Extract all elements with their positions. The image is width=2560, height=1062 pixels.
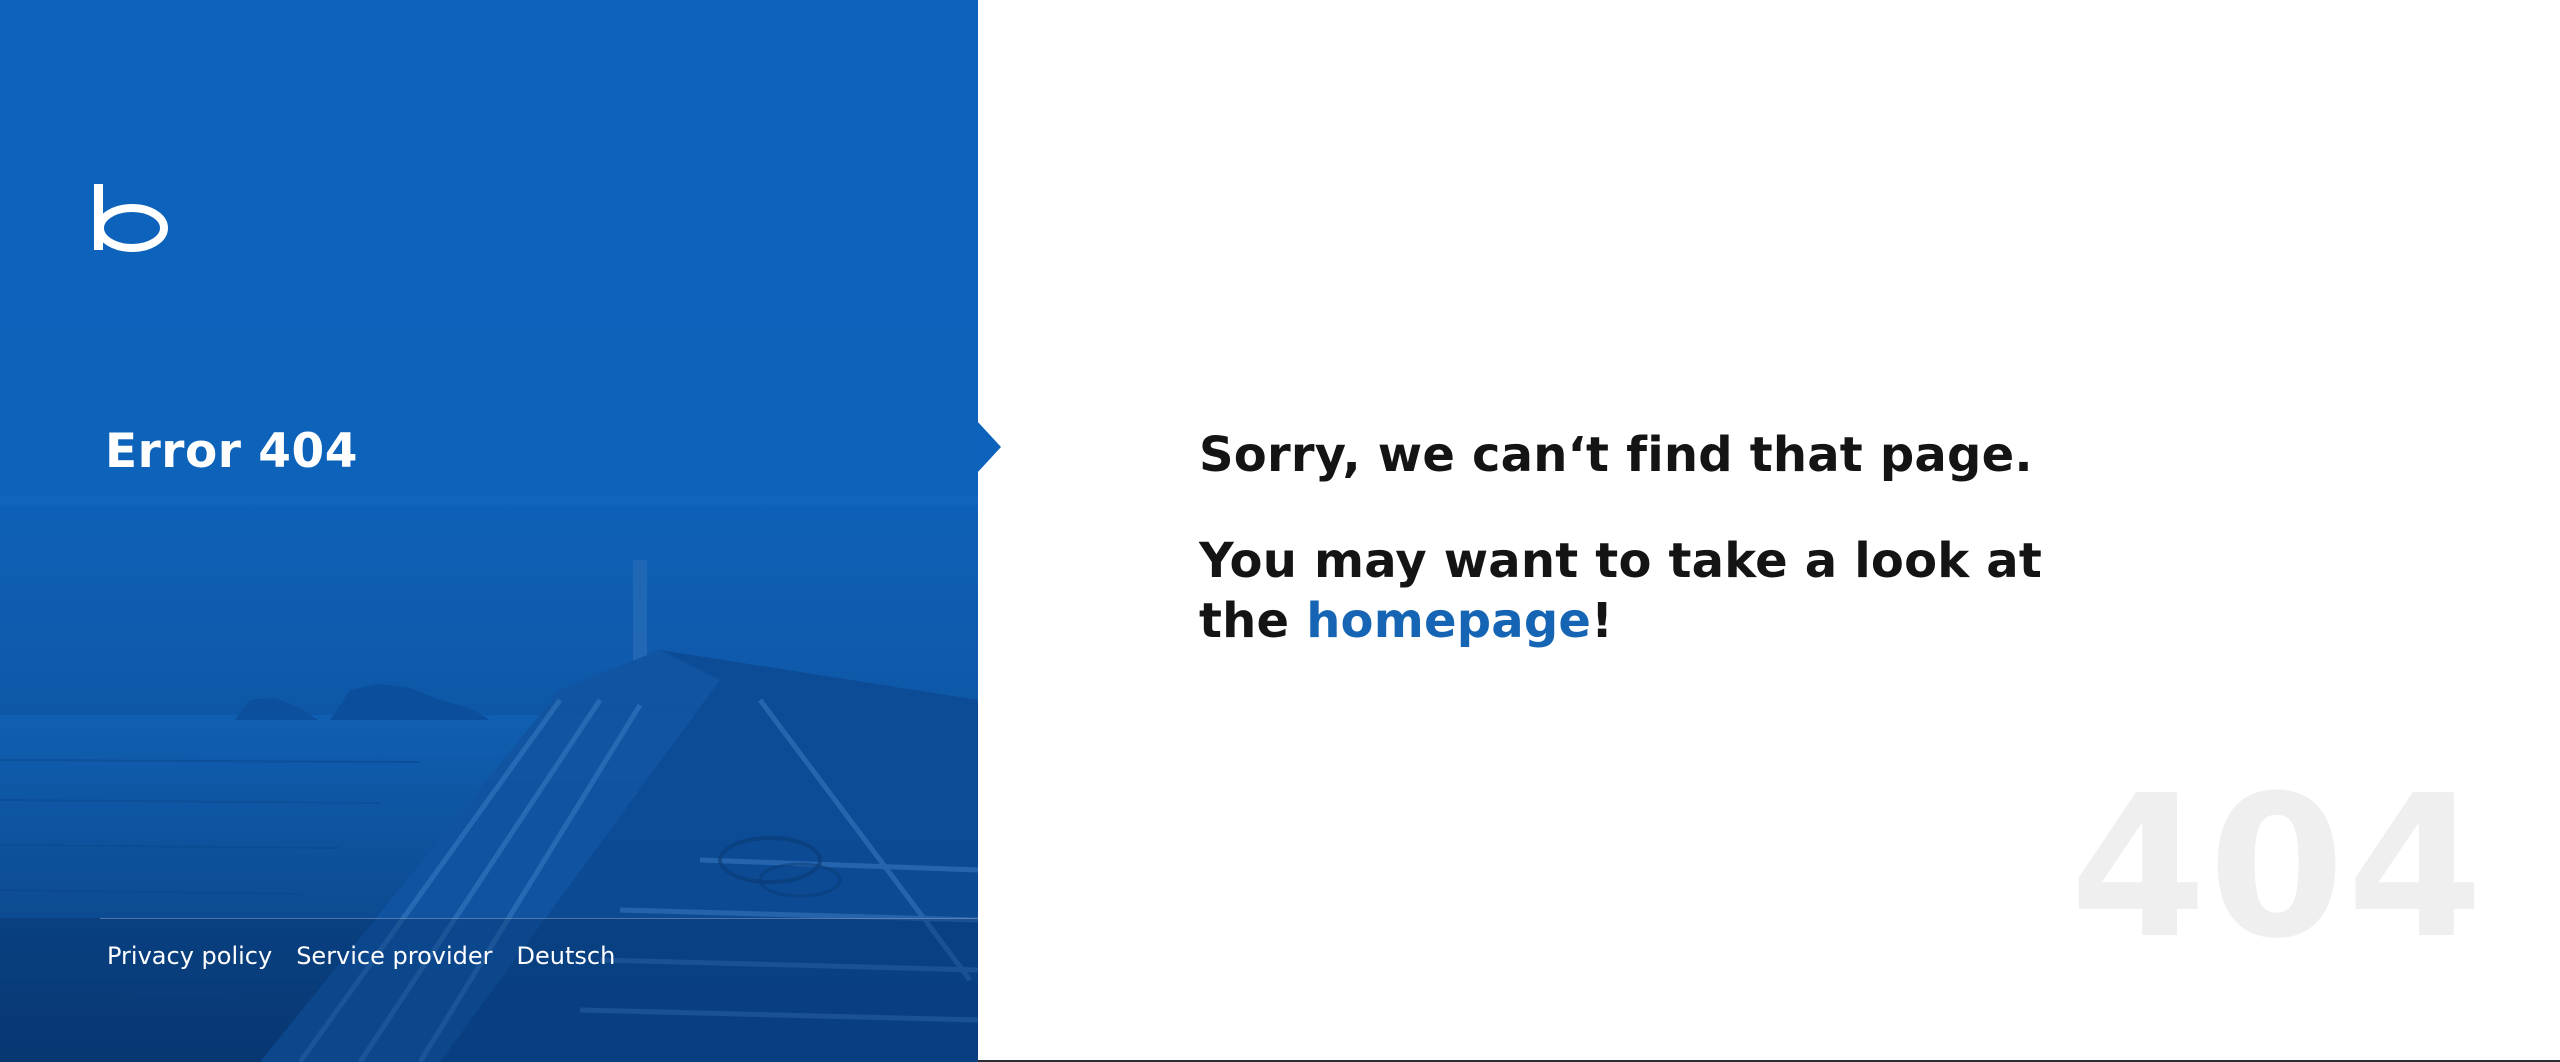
language-switch-link[interactable]: Deutsch — [517, 942, 616, 970]
service-provider-link[interactable]: Service provider — [296, 942, 492, 970]
error-title: Error 404 — [105, 424, 358, 479]
suggestion-suffix: ! — [1591, 593, 1614, 649]
suggestion-prefix: the — [1199, 593, 1307, 649]
footer-nav: Privacy policy Service provider Deutsch — [107, 942, 615, 970]
suggestion-line-1: You may want to take a look at — [1199, 533, 2043, 589]
error-page: Error 404 Privacy policy Service provide… — [0, 0, 2560, 1062]
not-found-heading: Sorry, we can‘t find that page. — [1199, 427, 2033, 483]
boat-background-image — [0, 0, 978, 1062]
privacy-policy-link[interactable]: Privacy policy — [107, 942, 272, 970]
b-logo-icon[interactable] — [92, 184, 170, 252]
footer-divider — [100, 918, 978, 919]
panel-pointer-arrow — [977, 421, 1001, 473]
suggestion-text: You may want to take a look at the homep… — [1199, 531, 2042, 651]
left-panel: Error 404 Privacy policy Service provide… — [0, 0, 1001, 1062]
homepage-link[interactable]: homepage — [1306, 593, 1591, 649]
error-code-watermark: 404 — [2070, 754, 2486, 982]
